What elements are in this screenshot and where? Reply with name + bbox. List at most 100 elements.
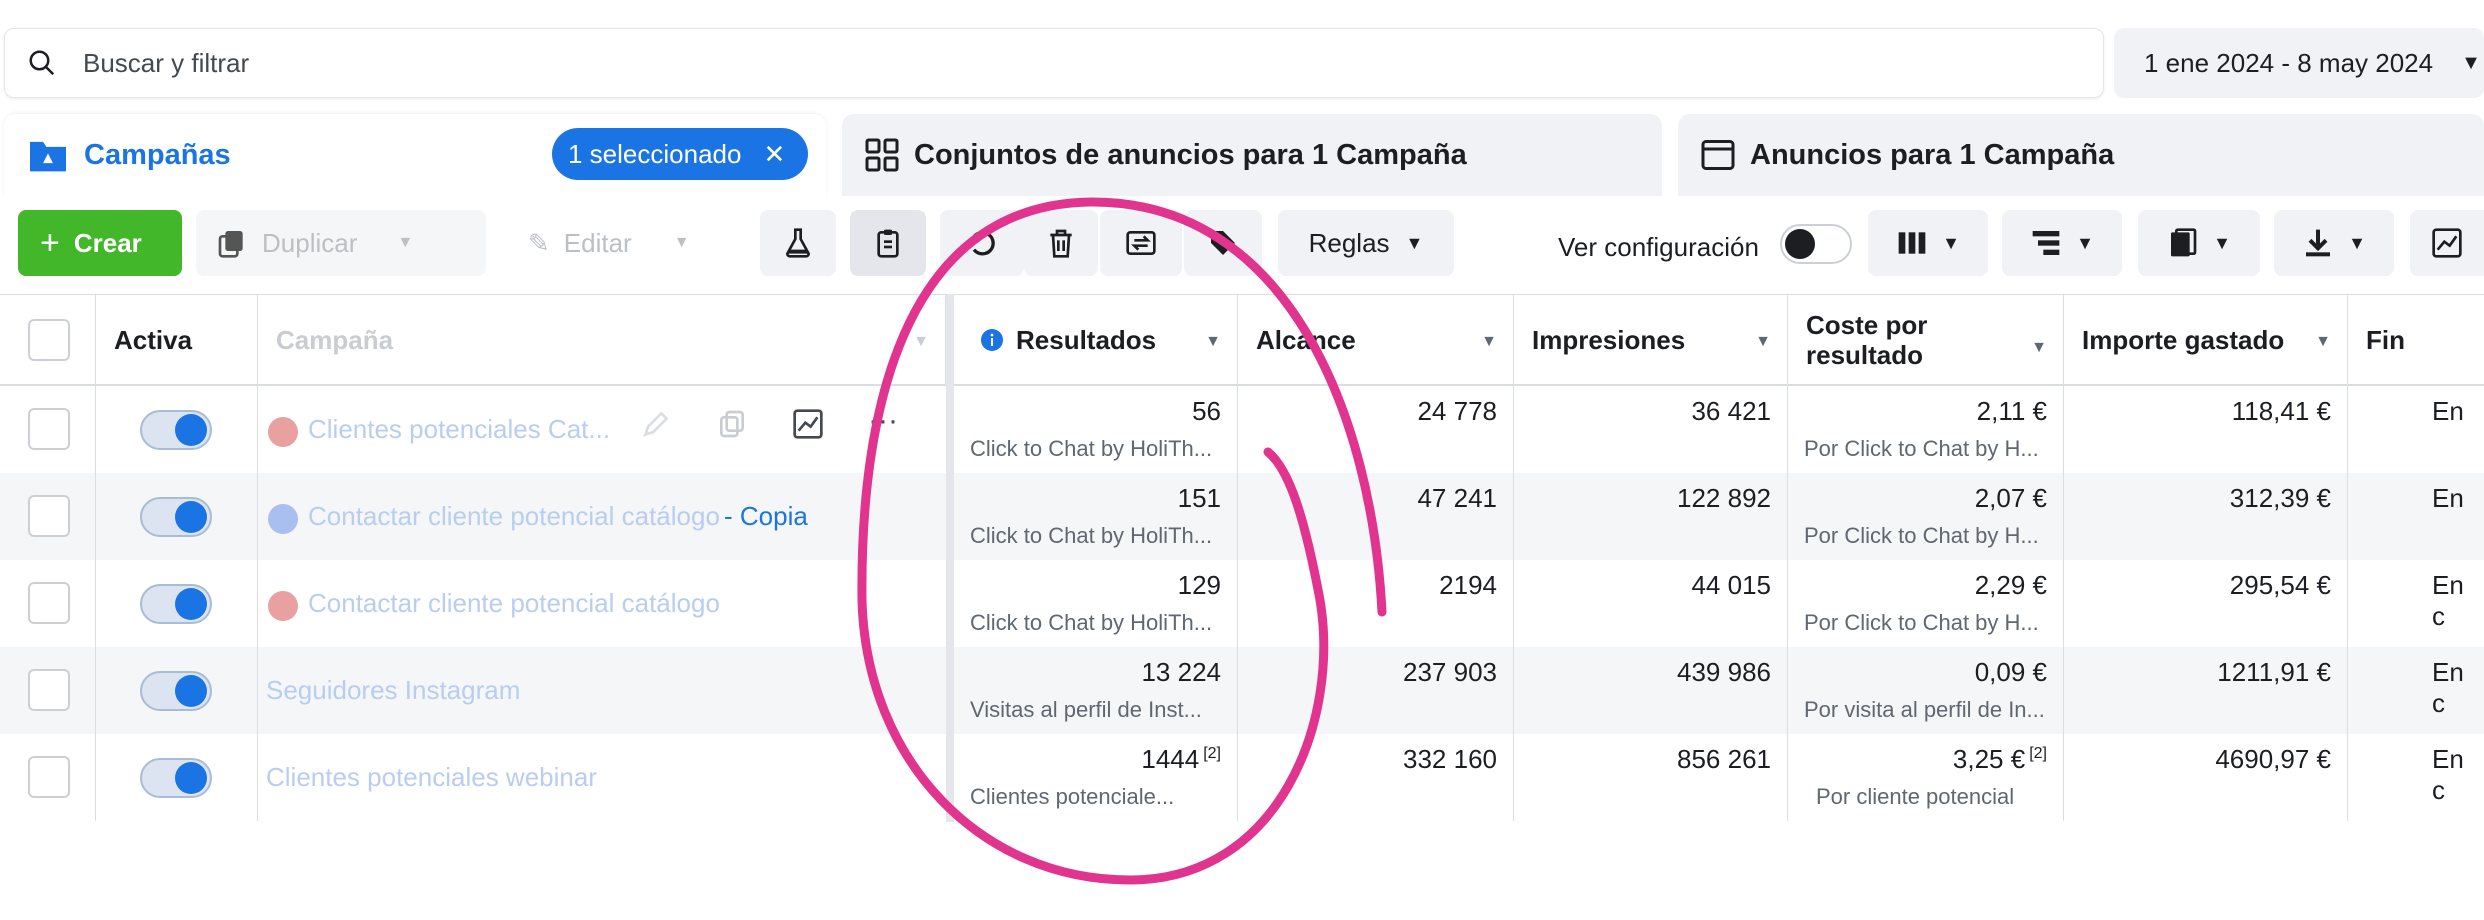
active-toggle[interactable] xyxy=(140,671,212,711)
create-label: Crear xyxy=(73,227,142,258)
campaign-cell[interactable]: Clientes potenciales webinar xyxy=(258,734,946,821)
header-reach[interactable]: Alcance ▼ xyxy=(1238,295,1514,385)
campaign-name[interactable]: Clientes potenciales Cat... xyxy=(308,414,610,445)
header-end[interactable]: Fin xyxy=(2348,295,2484,385)
reach-cell: 332 160 xyxy=(1238,734,1514,821)
row-checkbox[interactable] xyxy=(28,495,70,537)
tab-ads[interactable]: Anuncios para 1 Campaña xyxy=(1678,114,2484,196)
row-checkbox[interactable] xyxy=(28,756,70,798)
spent-cell: 118,41 € xyxy=(2064,386,2348,473)
charts-button[interactable] xyxy=(2410,210,2484,276)
tag-button[interactable] xyxy=(1184,210,1262,276)
active-toggle[interactable] xyxy=(140,758,212,798)
window-icon xyxy=(1701,140,1735,170)
campaign-name-tail: - Copia xyxy=(724,501,808,531)
duplicate-button[interactable]: Duplicar ▼ xyxy=(196,210,486,276)
clipboard-icon xyxy=(877,229,899,258)
header-impressions[interactable]: Impresiones ▼ xyxy=(1514,295,1788,385)
end-value: En c xyxy=(2432,744,2464,805)
table-row[interactable]: Clientes potenciales Cat... 56 Click to Ch… xyxy=(0,386,2484,473)
select-cell xyxy=(0,734,96,821)
results-sub: Visitas al perfil de Inst... xyxy=(970,697,1202,722)
status-dot xyxy=(268,591,298,621)
header-active[interactable]: Activa xyxy=(96,295,258,385)
select-cell xyxy=(0,560,96,647)
row-actions: ··· xyxy=(640,406,898,440)
rules-button[interactable]: Reglas ▼ xyxy=(1278,210,1454,276)
table-row[interactable]: Contactar cliente potencial catálogo 129 C… xyxy=(0,560,2484,647)
table-row[interactable]: Seguidores Instagram 13 224 Visitas al per… xyxy=(0,647,2484,734)
tab-campaigns[interactable]: Campañas 1 seleccionado ✕ xyxy=(4,114,826,196)
delete-button[interactable] xyxy=(1024,210,1098,276)
search-icon xyxy=(29,50,55,76)
end-cell: En xyxy=(2348,386,2484,473)
close-icon[interactable]: ✕ xyxy=(763,139,785,170)
cpr-cell: 0,09 € Por visita al perfil de In... xyxy=(1788,647,2064,734)
results-footnote: [2] xyxy=(1203,745,1221,763)
impressions-cell: 36 421 xyxy=(1514,386,1788,473)
caret-down-icon: ▼ xyxy=(2315,333,2331,350)
caret-down-icon: ▼ xyxy=(1755,333,1771,350)
view-config-toggle[interactable] xyxy=(1780,224,1852,264)
toggle-knob xyxy=(175,414,207,446)
results-cell: 1444 [2] Clientes potenciale... xyxy=(954,734,1238,821)
reports-button[interactable]: ▼ xyxy=(2138,210,2260,276)
campaign-cell[interactable]: Contactar cliente potencial catálogo xyxy=(258,560,946,647)
campaign-cell[interactable]: Seguidores Instagram xyxy=(258,647,946,734)
undo-button[interactable] xyxy=(940,210,1024,276)
table-header: Activa Campaña ▼ Resultados ▼ Alcance ▼ Imp… xyxy=(0,294,2484,386)
table-row[interactable]: Clientes potenciales webinar 1444 [2] Clien… xyxy=(0,734,2484,821)
cpr-value: 2,07 € xyxy=(1974,483,2047,513)
active-cell xyxy=(96,560,258,647)
campaign-name[interactable]: Clientes potenciales webinar xyxy=(266,762,597,793)
columns-button[interactable]: ▼ xyxy=(1868,210,1988,276)
export-button[interactable]: ▼ xyxy=(2274,210,2394,276)
date-range-picker[interactable]: 1 ene 2024 - 8 may 2024 ▼ xyxy=(2114,28,2484,98)
header-campaign[interactable]: Campaña ▼ xyxy=(258,295,946,385)
swap-button[interactable] xyxy=(1100,210,1182,276)
cpr-sub: Por visita al perfil de In... xyxy=(1804,697,2045,722)
table-row[interactable]: Contactar cliente potencial catálogo - C… xyxy=(0,473,2484,560)
search-bar[interactable]: Buscar y filtrar xyxy=(4,28,2104,98)
frozen-column-divider[interactable] xyxy=(946,294,954,826)
active-toggle[interactable] xyxy=(140,410,212,450)
download-icon xyxy=(2306,229,2331,257)
create-button[interactable]: + Crear xyxy=(18,210,182,276)
duplicate-icon[interactable] xyxy=(716,408,748,440)
tab-adsets[interactable]: Conjuntos de anuncios para 1 Campaña xyxy=(842,114,1662,196)
select-cell xyxy=(0,473,96,560)
active-cell xyxy=(96,647,258,734)
row-checkbox[interactable] xyxy=(28,582,70,624)
active-toggle[interactable] xyxy=(140,584,212,624)
header-amount-spent[interactable]: Importe gastado ▼ xyxy=(2064,295,2348,385)
active-cell xyxy=(96,473,258,560)
campaign-cell[interactable]: Contactar cliente potencial catálogo - C… xyxy=(258,473,946,560)
spent-cell: 1211,91 € xyxy=(2064,647,2348,734)
ab-test-button[interactable] xyxy=(760,210,836,276)
toggle-knob xyxy=(175,675,207,707)
header-results[interactable]: Resultados ▼ xyxy=(954,295,1238,385)
row-checkbox[interactable] xyxy=(28,669,70,711)
reach-value: 332 160 xyxy=(1403,744,1497,774)
results-cell: 56 Click to Chat by HoliTh... xyxy=(954,386,1238,473)
campaign-name[interactable]: Contactar cliente potencial catálogo xyxy=(308,588,720,619)
header-cost-per-result[interactable]: Coste por resultado ▼ xyxy=(1788,295,2064,385)
select-all-checkbox[interactable] xyxy=(28,319,70,361)
more-icon[interactable]: ··· xyxy=(868,406,898,440)
chart-icon[interactable] xyxy=(792,408,824,440)
campaign-name[interactable]: Contactar cliente potencial catálogo xyxy=(308,501,720,532)
active-toggle[interactable] xyxy=(140,497,212,537)
edit-button[interactable]: ✎ Editar ▼ xyxy=(508,210,734,276)
campaign-name[interactable]: Seguidores Instagram xyxy=(266,675,520,706)
spent-value: 4690,97 € xyxy=(2215,744,2331,774)
results-value: 13 224 xyxy=(1141,657,1221,687)
caret-down-icon: ▼ xyxy=(673,234,690,251)
select-cell xyxy=(0,386,96,473)
breakdown-button[interactable]: ▼ xyxy=(2002,210,2122,276)
row-checkbox[interactable] xyxy=(28,408,70,450)
selected-pill[interactable]: 1 seleccionado ✕ xyxy=(552,128,808,180)
clipboard-button[interactable] xyxy=(850,210,926,276)
caret-down-icon: ▼ xyxy=(913,333,929,350)
rules-label: Reglas xyxy=(1308,227,1390,258)
pencil-icon[interactable] xyxy=(640,408,672,440)
